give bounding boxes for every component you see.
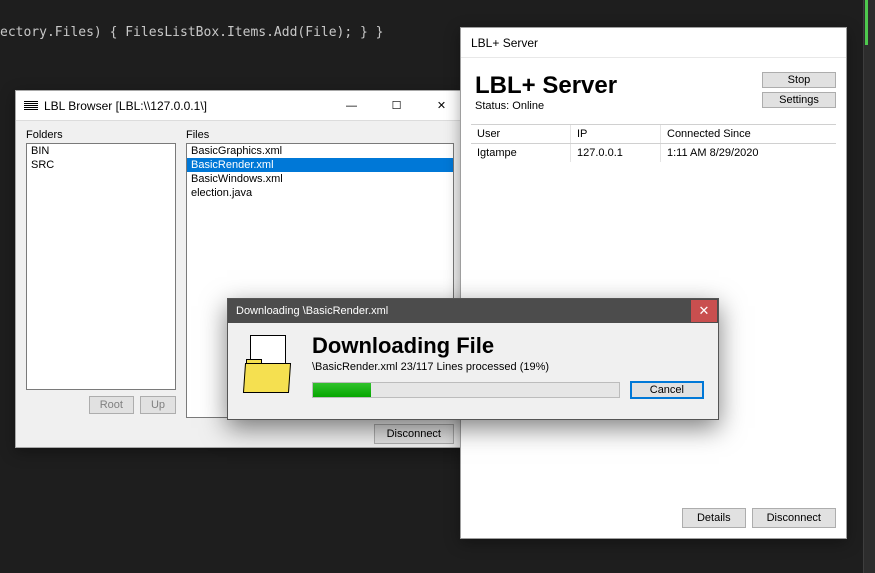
server-titlebar[interactable]: LBL+ Server (461, 28, 846, 58)
download-info: \BasicRender.xml 23/117 Lines processed … (312, 361, 704, 373)
lbl-server-window: LBL+ Server LBL+ Server Status: Online S… (460, 27, 847, 539)
close-button[interactable]: ✕ (419, 91, 464, 120)
browser-title: LBL Browser [LBL:\\127.0.0.1\] (44, 99, 329, 113)
close-icon[interactable]: ✕ (691, 300, 717, 322)
details-button[interactable]: Details (682, 508, 746, 528)
table-row[interactable]: Igtampe 127.0.0.1 1:11 AM 8/29/2020 (471, 144, 836, 162)
folder-icon (242, 333, 298, 397)
up-button[interactable]: Up (140, 396, 176, 414)
col-user[interactable]: User (471, 125, 571, 143)
editor-scrollbar[interactable] (863, 0, 875, 573)
change-marker (865, 0, 868, 45)
file-item[interactable]: BasicWindows.xml (187, 172, 453, 186)
download-title: Downloading \BasicRender.xml (236, 305, 691, 317)
progress-fill (313, 383, 371, 397)
file-item[interactable]: BasicGraphics.xml (187, 144, 453, 158)
maximize-button[interactable]: ☐ (374, 91, 419, 120)
files-label: Files (186, 129, 454, 141)
server-window-title: LBL+ Server (471, 36, 846, 50)
root-button[interactable]: Root (89, 396, 134, 414)
file-item[interactable]: BasicRender.xml (187, 158, 453, 172)
folders-label: Folders (26, 129, 176, 141)
minimize-button[interactable]: — (329, 91, 374, 120)
folders-listbox[interactable]: BIN SRC (26, 143, 176, 390)
server-disconnect-button[interactable]: Disconnect (752, 508, 836, 528)
app-icon (24, 101, 38, 111)
download-heading: Downloading File (312, 333, 704, 359)
editor-code-line: ectory.Files) { FilesListBox.Items.Add(F… (0, 25, 384, 40)
server-status: Status: Online (475, 100, 762, 112)
cell-conn: 1:11 AM 8/29/2020 (661, 144, 836, 162)
download-titlebar[interactable]: Downloading \BasicRender.xml ✕ (228, 299, 718, 323)
disconnect-button[interactable]: Disconnect (374, 424, 454, 444)
settings-button[interactable]: Settings (762, 92, 836, 108)
stop-button[interactable]: Stop (762, 72, 836, 88)
server-heading: LBL+ Server (475, 72, 762, 100)
cancel-button[interactable]: Cancel (630, 381, 704, 399)
folder-item[interactable]: BIN (27, 144, 175, 158)
window-controls: — ☐ ✕ (329, 91, 464, 120)
col-connected[interactable]: Connected Since (661, 125, 836, 143)
progress-bar (312, 382, 620, 398)
browser-titlebar[interactable]: LBL Browser [LBL:\\127.0.0.1\] — ☐ ✕ (16, 91, 464, 121)
download-dialog: Downloading \BasicRender.xml ✕ Downloadi… (227, 298, 719, 420)
cell-user: Igtampe (471, 144, 571, 162)
file-item[interactable]: election.java (187, 186, 453, 200)
folder-item[interactable]: SRC (27, 158, 175, 172)
connections-table-header: User IP Connected Since (471, 124, 836, 144)
cell-ip: 127.0.0.1 (571, 144, 661, 162)
col-ip[interactable]: IP (571, 125, 661, 143)
